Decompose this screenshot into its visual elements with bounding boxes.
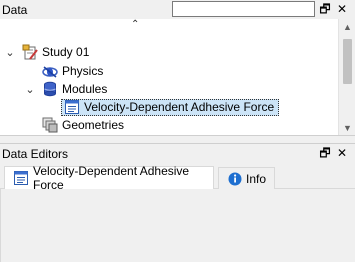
tree-item-study[interactable]: ⌄ Study 01 [4,43,89,61]
data-panel-title: Data [2,3,28,17]
tree-item-label: Study 01 [42,45,90,59]
info-icon [227,171,243,187]
tree-item-label: Modules [62,82,108,96]
tree-item-label: Velocity-Dependent Adhesive Force [84,100,275,114]
expand-chevron-icon[interactable]: ⌄ [24,83,36,96]
data-editors-title: Data Editors [2,147,69,161]
geometries-icon [42,117,58,133]
data-search-input[interactable] [172,1,315,17]
float-window-button[interactable]: 🗗 [318,146,332,161]
tree-item-modules[interactable]: ⌄ Modules [24,80,107,98]
tree-item-label: Geometries [62,118,125,132]
tree-item-geometries[interactable]: Geometries [42,116,124,134]
tree-selection-highlight[interactable]: Velocity-Dependent Adhesive Force [61,98,280,116]
close-panel-button[interactable]: ✕ [335,146,349,161]
data-tree[interactable]: ⌃ ⌄ Study 01 Physics ⌄ Modules Velocity-… [0,19,355,136]
database-icon [42,81,58,97]
tab-velocity-adhesive-force[interactable]: Velocity-Dependent Adhesive Force [4,164,214,192]
doc-icon [13,170,29,186]
module-doc-icon [64,99,80,115]
tree-scrollbar[interactable]: ▲ ▼ [338,19,355,135]
collapse-arrow-icon[interactable]: ⌃ [131,19,139,30]
study-icon [22,44,38,60]
expand-chevron-icon[interactable]: ⌄ [4,46,16,59]
data-editors-header: Data Editors 🗗 ✕ [0,143,355,163]
scroll-up-icon[interactable]: ▲ [339,19,355,35]
scroll-down-icon[interactable]: ▼ [339,120,355,135]
scrollbar-thumb[interactable] [343,39,352,84]
tree-item-label: Physics [62,64,104,78]
tree-item-physics[interactable]: Physics [42,62,103,80]
float-window-button[interactable]: 🗗 [318,2,332,17]
tab-label: Info [246,171,267,186]
data-panel-header: Data 🗗 ✕ [0,0,355,20]
tree-item-velocity-adhesive-force[interactable]: Velocity-Dependent Adhesive Force [61,98,280,116]
tab-label: Velocity-Dependent Adhesive Force [33,164,190,192]
editor-content-area [0,189,353,262]
physics-icon [42,63,58,79]
tab-info[interactable]: Info [218,167,275,189]
close-panel-button[interactable]: ✕ [335,2,349,17]
editor-tab-strip: Velocity-Dependent Adhesive Force Info [0,164,355,192]
